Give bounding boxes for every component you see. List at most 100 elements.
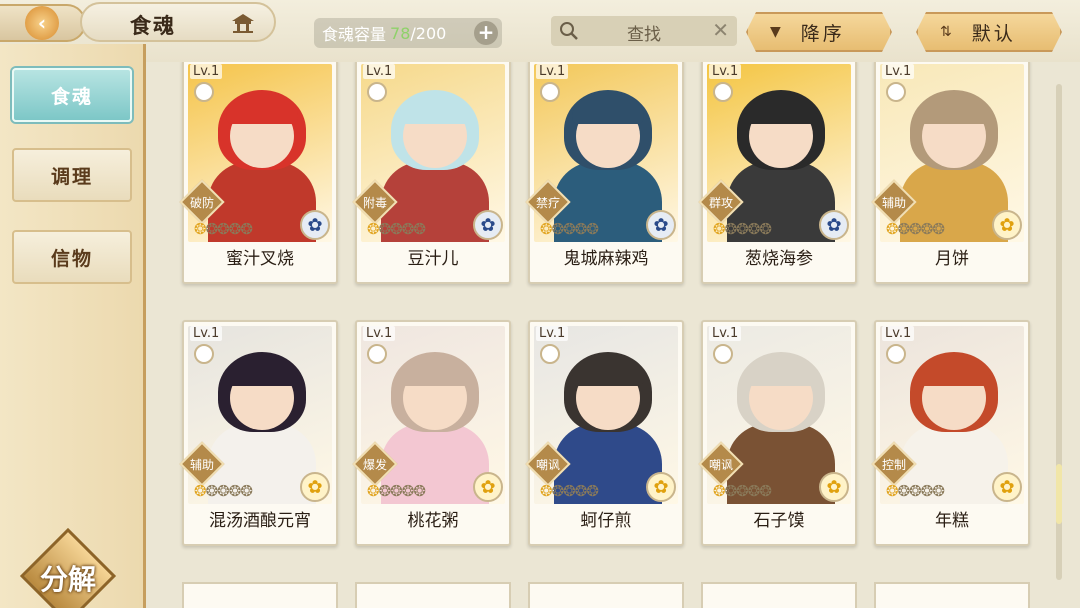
house-icon[interactable] xyxy=(230,12,256,34)
card-partial[interactable] xyxy=(355,582,511,608)
star-empty-icon: ❂ xyxy=(205,482,219,500)
star-rating: ❂❂❂❂❂ xyxy=(713,482,772,500)
gold-flower-icon: ✿ xyxy=(992,472,1022,502)
star-empty-icon: ❂ xyxy=(759,220,772,238)
tab-food-souls[interactable]: 食魂 xyxy=(12,68,132,122)
star-rating: ❂❂❂❂❂ xyxy=(886,482,945,500)
food-soul-card[interactable]: Lv.1 嘲讽 ❂❂❂❂❂ ✿ 石子馍 xyxy=(698,320,857,546)
scrollbar[interactable] xyxy=(1056,84,1062,580)
role-label: 控制 xyxy=(881,458,906,472)
gold-flower-icon: ✿ xyxy=(300,472,330,502)
card-partial[interactable] xyxy=(701,582,857,608)
gold-flower-icon: ✿ xyxy=(473,472,503,502)
rank-seal-icon xyxy=(540,344,560,364)
clear-search-icon[interactable]: ✕ xyxy=(712,18,729,42)
star-lit-icon: ❂ xyxy=(886,482,899,500)
star-empty-icon: ❂ xyxy=(586,482,599,500)
star-empty-icon: ❂ xyxy=(724,482,738,500)
food-soul-card[interactable]: Lv.1 群攻 ❂❂❂❂❂ ✿ 葱烧海参 xyxy=(698,62,857,284)
star-empty-icon: ❂ xyxy=(897,482,911,500)
decompose-label: 分解 xyxy=(39,563,96,596)
title-plate: 食魂 xyxy=(80,2,276,42)
level-label: Lv.1 xyxy=(709,326,742,341)
star-empty-icon: ❂ xyxy=(563,220,576,238)
rank-seal-icon xyxy=(713,344,733,364)
triangle-down-icon: ▼ xyxy=(770,24,781,40)
capacity-max: /200 xyxy=(410,23,447,43)
blue-flower-icon: ✿ xyxy=(646,210,676,240)
star-empty-icon: ❂ xyxy=(413,220,426,238)
star-rating: ❂❂❂❂❂ xyxy=(367,220,426,238)
star-empty-icon: ❂ xyxy=(378,220,392,238)
level-label: Lv.1 xyxy=(882,326,915,341)
star-empty-icon: ❂ xyxy=(724,220,738,238)
role-label: 嘲讽 xyxy=(708,458,733,472)
back-button[interactable]: ‹ xyxy=(0,4,86,42)
star-empty-icon: ❂ xyxy=(551,220,565,238)
level-label: Lv.1 xyxy=(536,326,569,341)
gold-flower-icon: ✿ xyxy=(992,210,1022,240)
star-empty-icon: ❂ xyxy=(217,482,230,500)
star-empty-icon: ❂ xyxy=(390,482,403,500)
food-soul-card[interactable]: Lv.1 附毒 ❂❂❂❂❂ ✿ 豆汁儿 xyxy=(352,62,511,284)
search-label: 查找 xyxy=(627,25,661,45)
food-soul-card[interactable]: Lv.1 控制 ❂❂❂❂❂ ✿ 年糕 xyxy=(871,320,1030,546)
expand-capacity-button[interactable]: + xyxy=(474,21,498,45)
star-empty-icon: ❂ xyxy=(759,482,772,500)
star-empty-icon: ❂ xyxy=(401,220,415,238)
food-soul-name: 鬼城麻辣鸡 xyxy=(563,249,649,269)
star-rating: ❂❂❂❂❂ xyxy=(540,482,599,500)
food-soul-grid: Lv.1 破防 ❂❂❂❂❂ ✿ 蜜汁叉烧 Lv.1 附毒 ❂❂❂❂❂ ✿ 豆汁儿 Lv.1 禁疗 ❂❂❂… xyxy=(150,62,1050,608)
card-partial[interactable] xyxy=(528,582,684,608)
food-soul-name: 石子馍 xyxy=(753,511,805,531)
food-soul-card[interactable]: Lv.1 禁疗 ❂❂❂❂❂ ✿ 鬼城麻辣鸡 xyxy=(525,62,684,284)
food-soul-card[interactable]: Lv.1 破防 ❂❂❂❂❂ ✿ 蜜汁叉烧 xyxy=(179,62,338,284)
star-empty-icon: ❂ xyxy=(909,220,922,238)
gold-flower-icon: ✿ xyxy=(646,472,676,502)
card-partial[interactable] xyxy=(182,582,338,608)
level-label: Lv.1 xyxy=(190,326,223,341)
food-soul-card[interactable]: Lv.1 爆发 ❂❂❂❂❂ ✿ 桃花粥 xyxy=(352,320,511,546)
star-empty-icon: ❂ xyxy=(205,220,219,238)
card-partial[interactable] xyxy=(874,582,1030,608)
sort-order-label: 降序 xyxy=(800,22,845,45)
food-soul-name: 桃花粥 xyxy=(407,511,459,531)
food-soul-card[interactable]: Lv.1 嘲讽 ❂❂❂❂❂ ✿ 蚵仔煎 xyxy=(525,320,684,546)
role-label: 附毒 xyxy=(362,196,387,210)
star-empty-icon: ❂ xyxy=(747,220,761,238)
star-lit-icon: ❂ xyxy=(367,220,380,238)
level-label: Lv.1 xyxy=(190,64,223,79)
blue-flower-icon: ✿ xyxy=(819,210,849,240)
level-label: Lv.1 xyxy=(709,64,742,79)
level-label: Lv.1 xyxy=(882,64,915,79)
search-box[interactable]: 查找 ✕ xyxy=(551,16,737,46)
star-empty-icon: ❂ xyxy=(574,220,588,238)
star-rating: ❂❂❂❂❂ xyxy=(886,220,945,238)
star-empty-icon: ❂ xyxy=(228,482,242,500)
star-empty-icon: ❂ xyxy=(920,220,934,238)
star-empty-icon: ❂ xyxy=(920,482,934,500)
star-empty-icon: ❂ xyxy=(563,482,576,500)
star-lit-icon: ❂ xyxy=(713,482,726,500)
page-title: 食魂 xyxy=(130,14,176,38)
role-label: 爆发 xyxy=(362,458,387,472)
sort-mode-button[interactable]: ⇅ 默认 xyxy=(916,12,1062,52)
star-empty-icon: ❂ xyxy=(378,482,392,500)
star-empty-icon: ❂ xyxy=(401,482,415,500)
tab-seasoning[interactable]: 调理 xyxy=(12,148,132,202)
scroll-thumb[interactable] xyxy=(1056,464,1062,524)
sort-mode-label: 默认 xyxy=(971,22,1016,45)
role-label: 嘲讽 xyxy=(535,458,560,472)
decompose-button[interactable]: 分解 xyxy=(19,527,117,608)
tab-tokens[interactable]: 信物 xyxy=(12,230,132,284)
food-soul-card[interactable]: Lv.1 辅助 ❂❂❂❂❂ ✿ 混汤酒酿元宵 xyxy=(179,320,338,546)
level-label: Lv.1 xyxy=(536,64,569,79)
food-soul-name: 蜜汁叉烧 xyxy=(226,249,294,269)
star-empty-icon: ❂ xyxy=(240,482,253,500)
food-soul-name: 蚵仔煎 xyxy=(580,511,632,531)
star-empty-icon: ❂ xyxy=(574,482,588,500)
level-label: Lv.1 xyxy=(363,326,396,341)
sort-order-button[interactable]: ▼ 降序 xyxy=(746,12,892,52)
search-icon xyxy=(560,22,578,40)
food-soul-card[interactable]: Lv.1 辅助 ❂❂❂❂❂ ✿ 月饼 xyxy=(871,62,1030,284)
